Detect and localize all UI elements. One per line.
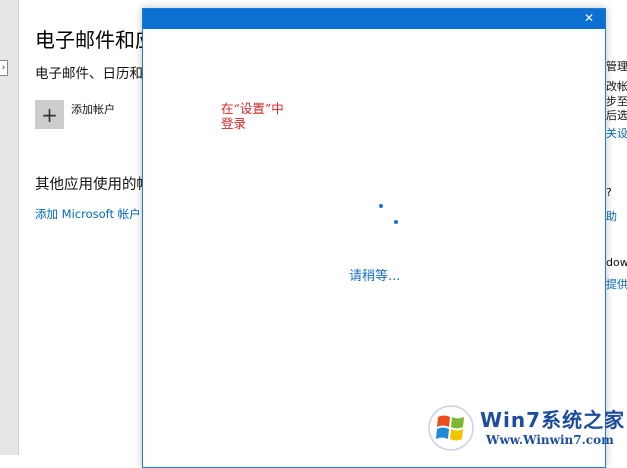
window-left-edge: › <box>0 0 19 455</box>
windows-logo-icon <box>428 405 474 451</box>
close-icon[interactable]: ✕ <box>581 10 597 26</box>
collapse-handle-icon[interactable]: › <box>0 60 8 76</box>
right-link[interactable]: 关设 <box>606 125 627 141</box>
add-account-label: 添加帐户 <box>71 103 115 116</box>
add-account-button[interactable]: + 添加帐户 <box>35 100 115 130</box>
right-link[interactable]: 提供 <box>606 276 627 292</box>
please-wait-text: 请稍等... <box>349 269 401 284</box>
right-text-line: 管理 <box>606 60 627 73</box>
page-title: 电子邮件和应 <box>35 28 155 52</box>
right-text-line: 后选 <box>606 109 627 122</box>
plus-icon: + <box>35 100 64 129</box>
sign-in-dialog: ✕ 在“设置”中 登录 请稍等... <box>142 8 606 468</box>
loading-spinner-dot <box>394 220 398 224</box>
watermark-url: Www.Winwin7.com <box>486 433 614 447</box>
dialog-titlebar: ✕ <box>143 9 605 29</box>
win7-watermark: Win7系统之家 Www.Winwin7.com <box>428 403 624 453</box>
watermark-title: Win7系统之家 <box>480 408 626 432</box>
right-link[interactable]: 助 <box>606 208 617 224</box>
right-text-line: 改帐 <box>606 80 627 93</box>
loading-spinner-dot <box>379 204 383 208</box>
red-annotation-text: 在“设置”中 登录 <box>221 101 331 131</box>
page-subtitle: 电子邮件、日历和 <box>35 66 143 82</box>
other-apps-accounts-heading: 其他应用使用的帐 <box>35 177 151 193</box>
right-related-settings-column: 管理 改帐 步至 后选 关设 ? 助 dow 提供 <box>606 0 627 455</box>
right-text-line: ? <box>606 186 612 199</box>
annotation-line: 登录 <box>221 116 247 131</box>
right-text-line: dow <box>606 256 627 269</box>
annotation-line: 在“设置”中 <box>221 101 284 116</box>
add-microsoft-account-link[interactable]: 添加 Microsoft 帐户 <box>35 206 141 222</box>
